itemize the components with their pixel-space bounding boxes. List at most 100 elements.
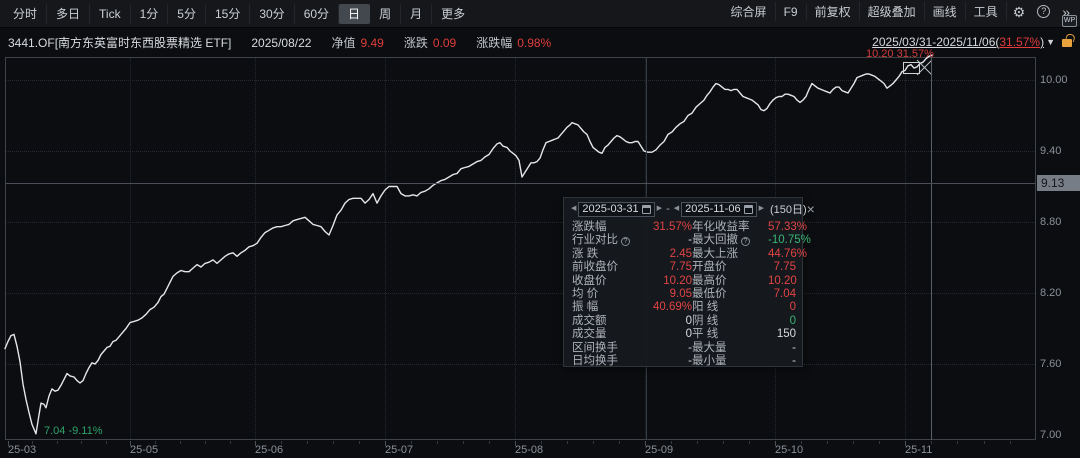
next-date-arrow-icon[interactable]: ▶	[757, 204, 766, 214]
x-axis-minor-tick	[57, 441, 58, 444]
prev-date-arrow-icon[interactable]: ◀	[569, 204, 578, 214]
x-axis-label: 25-08	[515, 444, 544, 456]
x-axis-minor-tick	[671, 441, 672, 444]
range-end-line[interactable]	[931, 57, 932, 440]
change-label: 涨跌	[403, 35, 428, 50]
tab-period-日[interactable]: 日	[339, 3, 371, 24]
calendar-icon[interactable]	[641, 204, 651, 214]
tab-period-30分[interactable]: 30分	[250, 3, 295, 24]
plot-frame	[5, 57, 1036, 440]
stats-row: 振 幅 40.69% 阳 线 0	[564, 301, 802, 314]
x-axis-minor-tick	[281, 441, 282, 444]
tab-period-60分[interactable]: 60分	[295, 3, 340, 24]
stat-label: 平 线	[692, 328, 719, 341]
toolbar-item-工具[interactable]: 工具	[966, 2, 1007, 21]
stats-row: 成交额 0 阴 线0	[564, 315, 802, 328]
x-axis-label: 25-05	[130, 444, 159, 456]
stat-value: 2.45	[669, 247, 692, 260]
gear-icon[interactable]: ⚙	[1007, 5, 1032, 19]
stat-value: 0	[685, 314, 692, 327]
tab-period-分时[interactable]: 分时	[4, 3, 48, 24]
help-icon[interactable]: ?	[621, 236, 630, 246]
x-axis-label: 25-06	[255, 444, 284, 456]
tab-period-Tick[interactable]: Tick	[90, 3, 131, 24]
x-axis-minor-tick	[489, 441, 490, 444]
stat-value: -	[688, 354, 692, 367]
stat-label: 最大量	[692, 341, 727, 354]
tab-period-周[interactable]: 周	[370, 3, 402, 24]
stats-row: 收盘价 10.20 最高价 10.20	[564, 275, 802, 288]
start-date-input[interactable]: 2025-03-31	[578, 201, 655, 217]
stat-value: 7.04	[773, 287, 796, 300]
toolbar-item-F9[interactable]: F9	[776, 3, 807, 20]
interval-stats-rows: 涨跌幅 31.57% 年化收益率 57.33% 行业对比? - 最大回撤? -10.75% 涨 …	[564, 221, 811, 368]
x-axis-label: 25-09	[645, 444, 674, 456]
stats-row: 均 价 9.05 最低价 7.04	[564, 288, 802, 301]
stats-row: 成交量 0 平 线 150	[564, 328, 802, 341]
unlock-icon[interactable]	[1062, 39, 1072, 47]
help-glyph: ?	[1037, 5, 1051, 18]
stats-row: 区间换手 - 最大量 -	[564, 342, 802, 355]
interval-range-close-paren[interactable]: )	[1040, 35, 1044, 49]
toolbar-item-超级叠加[interactable]: 超级叠加	[860, 2, 925, 21]
x-axis-major-tick	[645, 441, 646, 446]
tab-period-月[interactable]: 月	[401, 3, 433, 24]
y-axis-label: 10.00	[1040, 73, 1068, 86]
x-axis-minor-tick	[1010, 441, 1011, 444]
stat-label: 均 价	[572, 287, 599, 300]
stat-value: 0	[789, 314, 796, 327]
x-axis-minor-tick	[957, 441, 958, 444]
stat-value: -	[792, 341, 796, 354]
interval-range-link[interactable]: 2025/03/31-2025/11/06(	[872, 35, 999, 49]
stat-value: 57.33%	[768, 221, 808, 233]
interval-days-count: (150日)	[769, 204, 807, 216]
stat-label: 振 幅	[572, 301, 599, 314]
change-pct-value: 0.98%	[517, 35, 552, 50]
interval-low-annotation: 7.04 -9.11%	[44, 425, 103, 437]
close-icon[interactable]: ×	[807, 202, 815, 216]
x-axis-minor-tick	[333, 441, 334, 444]
tab-period-5分[interactable]: 5分	[168, 3, 206, 24]
toolbar-item-综合屏[interactable]: 综合屏	[723, 2, 776, 21]
y-axis-label: 7.60	[1040, 358, 1062, 370]
gear-glyph: ⚙	[1012, 3, 1026, 20]
next-date-arrow-icon[interactable]: ▶	[655, 204, 664, 214]
stat-value: 7.75	[773, 261, 796, 274]
stat-label: 收盘价	[572, 274, 607, 287]
stat-value: -	[792, 354, 796, 367]
x-axis-minor-tick	[723, 441, 724, 444]
calendar-icon[interactable]	[743, 204, 753, 214]
end-date-input[interactable]: 2025-11-06	[681, 201, 757, 217]
tab-period-更多[interactable]: 更多	[432, 4, 474, 24]
toolbar-item-画线[interactable]: 画线	[925, 2, 966, 21]
x-axis-minor-tick	[567, 441, 568, 444]
wp-widget-icon[interactable]: WP	[1062, 15, 1077, 27]
toolbar-item-前复权[interactable]: 前复权	[807, 2, 860, 21]
interval-range-pct[interactable]: 31.57%	[999, 35, 1040, 49]
x-axis-minor-tick	[593, 441, 594, 444]
chevron-down-icon[interactable]: ▼	[1046, 37, 1055, 47]
help-icon[interactable]: ?	[1031, 5, 1056, 18]
stat-value: 9.05	[669, 287, 692, 300]
x-axis-minor-tick	[81, 441, 82, 444]
x-axis-minor-tick	[106, 441, 107, 444]
stat-value: 0	[789, 301, 796, 314]
x-axis-minor-tick	[205, 441, 206, 444]
prev-date-arrow-icon[interactable]: ◀	[672, 204, 681, 214]
tab-period-15分[interactable]: 15分	[206, 3, 251, 24]
x-axis-minor-tick	[801, 441, 802, 444]
help-icon[interactable]: ?	[741, 236, 750, 246]
tab-period-1分[interactable]: 1分	[131, 3, 169, 24]
stat-value: 31.57%	[652, 221, 692, 233]
x-axis-minor-tick	[359, 441, 360, 444]
x-axis-label: 25-07	[385, 444, 414, 456]
toolbar-right-tools: 综合屏 F9 前复权 超级叠加 画线 工具 ⚙?»	[723, 2, 1076, 21]
tab-period-多日[interactable]: 多日	[47, 3, 91, 24]
x-axis-major-tick	[8, 441, 9, 446]
x-axis-major-tick	[775, 441, 776, 446]
stat-label: 前收盘价	[572, 261, 618, 274]
x-axis-minor-tick	[853, 441, 854, 444]
end-date-value: 2025-11-06	[685, 203, 741, 215]
trading-app-window: 分时 多日 Tick 1分 5分 15分 30分 60分日周月更多 综合屏 F9 前复权 超级叠加画…	[0, 0, 1080, 458]
stat-label: 最高价	[692, 274, 727, 287]
